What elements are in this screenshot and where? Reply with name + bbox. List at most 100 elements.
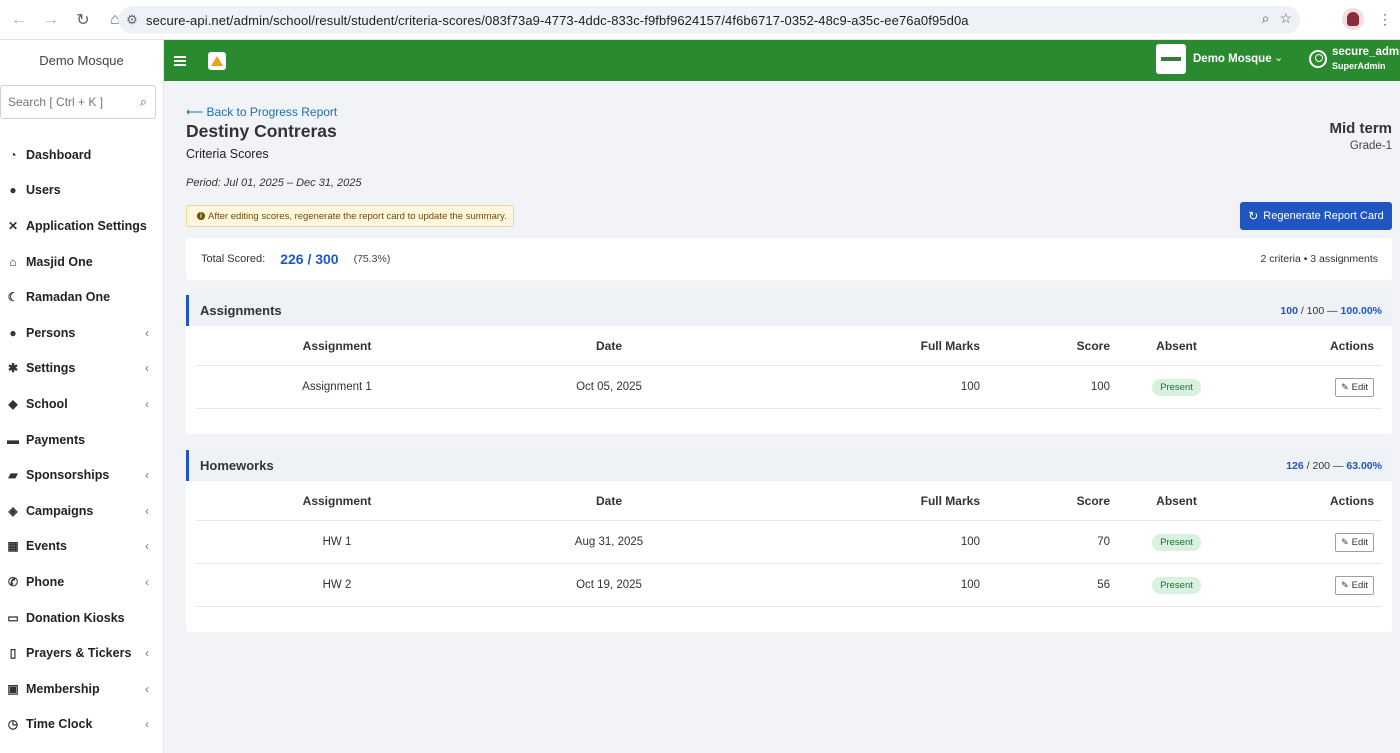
- section-score: 126 / 200 — 63.00%: [1286, 460, 1382, 472]
- info-icon: i: [197, 212, 205, 220]
- sidebar-item-label: Sponsorships: [26, 468, 110, 483]
- sidebar-item-application-settings[interactable]: ✕ Application Settings: [0, 208, 163, 244]
- sidebar-item-settings[interactable]: ✱ Settings ‹: [0, 351, 163, 387]
- chevron-left-icon: ‹: [145, 468, 149, 483]
- criteria-section: Homeworks 126 / 200 — 63.00% Assignment Dat…: [186, 450, 1392, 632]
- edit-icon: ✎: [1341, 536, 1349, 547]
- back-arrow-icon[interactable]: ←: [6, 7, 32, 33]
- user-name[interactable]: secure_admin: [1332, 46, 1400, 58]
- column-header: Full Marks: [920, 493, 980, 508]
- sidebar-item-donation-kiosks[interactable]: ▭ Donation Kiosks: [0, 600, 163, 636]
- sidebar-item-label: Campaigns: [26, 503, 94, 518]
- user-role: SuperAdmin: [1332, 61, 1386, 71]
- section-percent: 63.00%: [1346, 459, 1382, 472]
- chevron-left-icon: ‹: [145, 574, 149, 589]
- search-icon[interactable]: ⌕: [140, 94, 147, 110]
- cell-assignment: HW 2: [322, 579, 352, 591]
- org-name[interactable]: Demo Mosque: [1193, 53, 1272, 65]
- handshake-icon: ◈: [8, 503, 18, 518]
- user-circle-icon[interactable]: [1309, 50, 1327, 68]
- term-label: Mid term: [1329, 120, 1392, 137]
- back-to-progress-link[interactable]: ⟵ Back to Progress Report: [186, 105, 337, 119]
- regenerate-button-label: Regenerate Report Card: [1263, 210, 1384, 222]
- sidebar-item-time-clock[interactable]: ◷ Time Clock ‹: [0, 707, 163, 743]
- address-bar[interactable]: ⚙ secure-api.net/admin/school/result/stu…: [118, 6, 1300, 34]
- sidebar-item-campaigns[interactable]: ◈ Campaigns ‹: [0, 493, 163, 529]
- chevron-left-icon: ‹: [145, 681, 149, 696]
- chevron-left-icon: ‹: [145, 717, 149, 732]
- sidebar-item-persons[interactable]: ● Persons ‹: [0, 315, 163, 351]
- edit-button[interactable]: ✎ Edit: [1335, 575, 1374, 595]
- sidebar-item-label: Payments: [26, 432, 86, 447]
- cell-actions: ✎ Edit: [1243, 377, 1382, 397]
- regenerate-report-card-button[interactable]: ↻ Regenerate Report Card: [1240, 202, 1392, 230]
- browser-menu-icon[interactable]: ⋮: [1378, 11, 1392, 28]
- search-box[interactable]: ⌕: [0, 85, 156, 119]
- main-content: ⟵ Back to Progress Report Destiny Contre…: [164, 81, 1400, 753]
- forward-arrow-icon[interactable]: →: [38, 7, 64, 33]
- gear-icon: ✱: [7, 361, 19, 376]
- ticket-icon: ▰: [8, 468, 18, 483]
- sidebar-item-label: Masjid One: [26, 254, 93, 269]
- mobile-icon: ▯: [9, 646, 17, 661]
- mosque-icon: ⌂: [9, 254, 17, 269]
- scores-table: Assignment Date Full Marks Score Absent Actio…: [196, 326, 1382, 409]
- sidebar-item-membership[interactable]: ▣ Membership ‹: [0, 671, 163, 707]
- info-alert: i After editing scores, regenerate the r…: [186, 205, 514, 227]
- edit-icon: ✎: [1341, 579, 1349, 590]
- sidebar-brand[interactable]: Demo Mosque: [0, 40, 163, 80]
- total-meta: 2 criteria • 3 assignments: [1260, 253, 1378, 265]
- sidebar-item-ramadan-one[interactable]: ☾ Ramadan One: [0, 279, 163, 315]
- cell-absent: Present: [1110, 576, 1243, 594]
- profile-avatar[interactable]: [1342, 8, 1364, 30]
- column-header: Actions: [1329, 493, 1374, 508]
- criteria-section: Assignments 100 / 100 — 100.00% Assignment…: [186, 295, 1392, 434]
- edit-button[interactable]: ✎ Edit: [1335, 377, 1374, 397]
- table-header-row: Assignment Date Full Marks Score Absent Actio…: [196, 481, 1382, 521]
- table-row: Assignment 1 Oct 05, 2025 100 100 Present ✎ Ed…: [196, 366, 1382, 409]
- hamburger-menu-icon[interactable]: [174, 55, 186, 66]
- table-row: HW 1 Aug 31, 2025 100 70 Present ✎ Edit: [196, 521, 1382, 564]
- table-header-row: Assignment Date Full Marks Score Absent Actio…: [196, 326, 1382, 366]
- bookmark-star-icon[interactable]: ☆: [1279, 10, 1292, 27]
- sidebar-item-dashboard[interactable]: ◔ Dashboard: [0, 137, 163, 173]
- money-icon: ▬: [7, 432, 19, 447]
- section-header: Assignments 100 / 100 — 100.00%: [186, 295, 1392, 326]
- sidebar-item-label: Membership: [26, 681, 100, 696]
- refresh-icon: ↻: [1248, 209, 1259, 223]
- site-info-icon[interactable]: ⚙: [118, 12, 146, 28]
- sidebar-item-school[interactable]: ◆ School ‹: [0, 386, 163, 422]
- column-header: Absent: [1156, 493, 1197, 508]
- monitor-icon: ▭: [7, 610, 19, 625]
- warning-icon[interactable]: [208, 51, 226, 70]
- edit-button[interactable]: ✎ Edit: [1335, 532, 1374, 552]
- sidebar-item-prayers-tickers[interactable]: ▯ Prayers & Tickers ‹: [0, 635, 163, 671]
- sidebar: Demo Mosque ⌕ ◔ Dashboard ● Users ✕ Applicati…: [0, 40, 164, 753]
- sidebar-menu: ◔ Dashboard ● Users ✕ Application Settings ⌂ Ma…: [0, 137, 163, 742]
- sidebar-item-label: Time Clock: [26, 717, 93, 732]
- chevron-left-icon: ‹: [145, 646, 149, 661]
- total-percent: (75.3%): [353, 253, 391, 265]
- sidebar-item-label: Users: [26, 183, 61, 198]
- sidebar-item-phone[interactable]: ✆ Phone ‹: [0, 564, 163, 600]
- chevron-left-icon: ‹: [145, 539, 149, 554]
- total-value: 226 / 300: [280, 251, 339, 267]
- org-logo[interactable]: [1156, 44, 1186, 74]
- sidebar-item-users[interactable]: ● Users: [0, 173, 163, 209]
- chevron-down-icon[interactable]: ⌄: [1274, 51, 1283, 64]
- sidebar-item-events[interactable]: ▦ Events ‹: [0, 529, 163, 565]
- section-full: / 200 —: [1306, 459, 1344, 472]
- url-text[interactable]: secure-api.net/admin/school/result/stude…: [146, 13, 969, 28]
- sidebar-item-sponsorships[interactable]: ▰ Sponsorships ‹: [0, 457, 163, 493]
- graduation-cap-icon: ◆: [8, 396, 18, 411]
- reload-icon[interactable]: ↻: [70, 7, 96, 33]
- zoom-icon[interactable]: ⌕: [1262, 10, 1270, 27]
- total-label: Total Scored:: [201, 253, 266, 265]
- people-icon: ●: [9, 325, 17, 340]
- sidebar-item-payments[interactable]: ▬ Payments: [0, 422, 163, 458]
- sidebar-item-masjid-one[interactable]: ⌂ Masjid One: [0, 244, 163, 280]
- clock-icon: ◷: [7, 717, 19, 732]
- chevron-left-icon: ‹: [145, 361, 149, 376]
- sidebar-item-label: Ramadan One: [26, 290, 111, 305]
- search-input[interactable]: [8, 95, 118, 109]
